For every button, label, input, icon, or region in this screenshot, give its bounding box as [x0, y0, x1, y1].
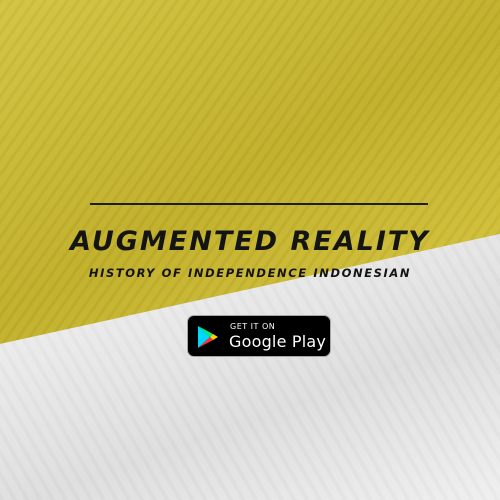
badge-get-it-on-text: GET IT ON: [230, 322, 276, 331]
google-play-badge-button[interactable]: GET IT ON Google Play: [187, 315, 331, 357]
google-play-icon: [198, 326, 218, 348]
badge-google-play-text: Google Play: [229, 332, 327, 351]
page-subtitle: HISTORY OF INDEPENDENCE INDONESIAN: [88, 266, 412, 280]
page-title: AUGMENTED REALITY: [70, 226, 430, 257]
title-divider: [90, 203, 428, 205]
